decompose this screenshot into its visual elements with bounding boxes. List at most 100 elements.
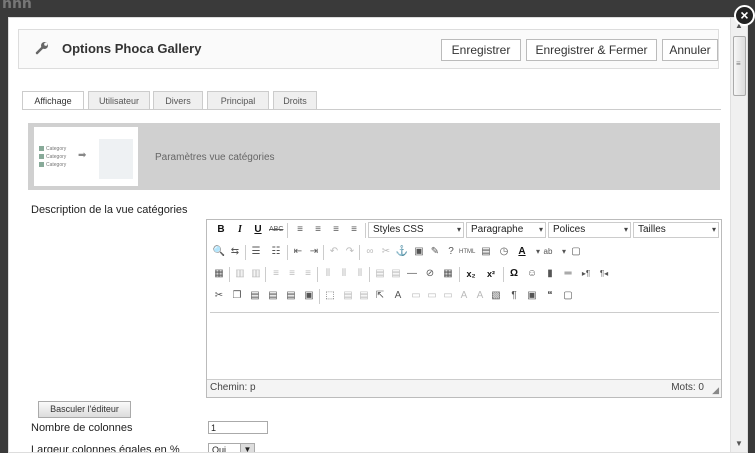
font-color-icon[interactable]: A [515,245,529,259]
special-char-icon[interactable]: Ω [507,267,521,281]
bullet-list-icon[interactable]: ☰ [249,245,263,259]
cancel-button[interactable]: Annuler [662,39,718,61]
cite-icon[interactable]: ▭ [409,289,423,303]
options-modal: ▲ ≡ ▼ Options Phoca Gallery Enregistrer … [8,17,748,453]
col-before-icon[interactable]: ⫴ [321,267,335,281]
insert-table-icon[interactable]: ▦ [212,267,226,281]
anchor-icon[interactable]: ⚓ [395,245,409,259]
select-all-icon[interactable]: ▣ [302,289,316,303]
cell-props-icon[interactable]: ▥ [249,267,263,281]
help-icon[interactable]: ? [444,245,458,259]
row-props-icon[interactable]: ▥ [233,267,247,281]
chevron-down-icon[interactable]: ▼ [240,444,254,452]
align-right-icon[interactable]: ≡ [329,223,343,237]
superscript-icon[interactable]: x² [484,267,498,281]
delete-col-icon[interactable]: ⫴ [353,267,367,281]
row-after-icon[interactable]: ≡ [285,267,299,281]
tab-divers[interactable]: Divers [153,91,203,110]
split-cells-icon[interactable]: ▤ [373,267,387,281]
bold-icon[interactable]: B [214,223,228,237]
copy-icon[interactable]: ❐ [230,289,244,303]
columns-input[interactable] [208,421,268,434]
modal-header: Options Phoca Gallery Enregistrer Enregi… [18,29,719,69]
font-select[interactable]: Polices ▾ [548,222,631,238]
media-icon[interactable]: ▮ [543,267,557,281]
cleanup-icon[interactable]: ✎ [428,245,442,259]
styleprops-icon[interactable]: A [391,289,405,303]
align-left-icon[interactable]: ≡ [293,223,307,237]
styles-select[interactable]: Styles CSS ▾ [368,222,464,238]
move-backward-icon[interactable]: ▤ [357,289,371,303]
row-before-icon[interactable]: ≡ [269,267,283,281]
col-after-icon[interactable]: ⫴ [337,267,351,281]
visual-aid-icon[interactable]: ▦ [441,267,455,281]
emoticons-icon[interactable]: ☺ [525,267,539,281]
indent-icon[interactable]: ⇥ [307,245,321,259]
tab-utilisateur[interactable]: Utilisateur [88,91,150,110]
arrow-right-icon: ➡ [78,150,87,161]
format-select[interactable]: Paragraphe ▾ [466,222,546,238]
attributes-icon[interactable]: ▧ [489,289,503,303]
resize-grip-icon[interactable]: ◢ [712,385,719,396]
date-icon[interactable]: ▤ [479,245,493,259]
close-modal-button[interactable]: × [734,5,755,26]
nonbreaking-icon[interactable]: ▣ [525,289,539,303]
save-button[interactable]: Enregistrer [441,39,521,61]
find-icon[interactable]: 🔍 [212,245,226,259]
modal-title: Options Phoca Gallery [62,41,202,56]
paste-text-icon[interactable]: ▤ [266,289,280,303]
template-icon[interactable]: ▢ [561,289,575,303]
editor-content-area[interactable] [210,312,719,383]
align-justify-icon[interactable]: ≡ [347,223,361,237]
vertical-scrollbar[interactable]: ▲ ≡ ▼ [730,18,747,452]
strikethrough-icon[interactable]: ABC [269,223,283,237]
pagebreak-icon[interactable]: ═ [561,267,575,281]
element-path: Chemin: p [210,382,256,393]
abbr-icon[interactable]: ▭ [425,289,439,303]
underline-icon[interactable]: U [251,223,265,237]
time-icon[interactable]: ◷ [497,245,511,259]
outdent-icon[interactable]: ⇤ [291,245,305,259]
tab-affichage[interactable]: Affichage [22,91,84,110]
subscript-icon[interactable]: x₂ [464,267,478,281]
layer-icon[interactable]: ⬚ [323,289,337,303]
numbered-list-icon[interactable]: ☷ [269,245,283,259]
tab-droits[interactable]: Droits [273,91,317,110]
remove-format-icon[interactable]: ⊘ [423,267,437,281]
section-banner: Category Category Category ➡ Paramètres … [28,123,720,190]
highlight-color-icon[interactable]: ab [541,245,555,259]
link-icon[interactable]: ∞ [363,245,377,259]
tab-principal[interactable]: Principal [207,91,269,110]
cut-icon[interactable]: ✂ [212,289,226,303]
move-forward-icon[interactable]: ▤ [341,289,355,303]
wrench-icon [35,42,48,55]
equal-width-select[interactable]: Oui ▼ [208,443,255,452]
visual-chars-icon[interactable]: ¶ [507,289,521,303]
size-select[interactable]: Tailles ▾ [633,222,719,238]
rtl-icon[interactable]: ¶◂ [597,267,611,281]
redo-icon[interactable]: ↷ [343,245,357,259]
image-icon[interactable]: ▣ [412,245,426,259]
scroll-down-icon[interactable]: ▼ [731,436,747,452]
blockquote-icon[interactable]: “ [543,289,557,303]
html-source-icon[interactable]: HTML [459,245,475,259]
fullscreen-icon[interactable]: ▢ [569,245,583,259]
acronym-icon[interactable]: ▭ [441,289,455,303]
save-close-button[interactable]: Enregistrer & Fermer [526,39,657,61]
absolute-icon[interactable]: ⇱ [373,289,387,303]
ltr-icon[interactable]: ▸¶ [579,267,593,281]
del-icon[interactable]: A [457,289,471,303]
toggle-editor-button[interactable]: Basculer l'éditeur [38,401,131,418]
merge-cells-icon[interactable]: ▤ [389,267,403,281]
scroll-thumb[interactable]: ≡ [733,36,746,96]
horizontal-rule-icon[interactable]: — [405,267,419,281]
paste-word-icon[interactable]: ▤ [284,289,298,303]
undo-icon[interactable]: ↶ [327,245,341,259]
unlink-icon[interactable]: ✂ [379,245,393,259]
delete-row-icon[interactable]: ≡ [301,267,315,281]
italic-icon[interactable]: I [233,223,247,237]
ins-icon[interactable]: A [473,289,487,303]
paste-icon[interactable]: ▤ [248,289,262,303]
align-center-icon[interactable]: ≡ [311,223,325,237]
replace-icon[interactable]: ⇆ [228,245,242,259]
